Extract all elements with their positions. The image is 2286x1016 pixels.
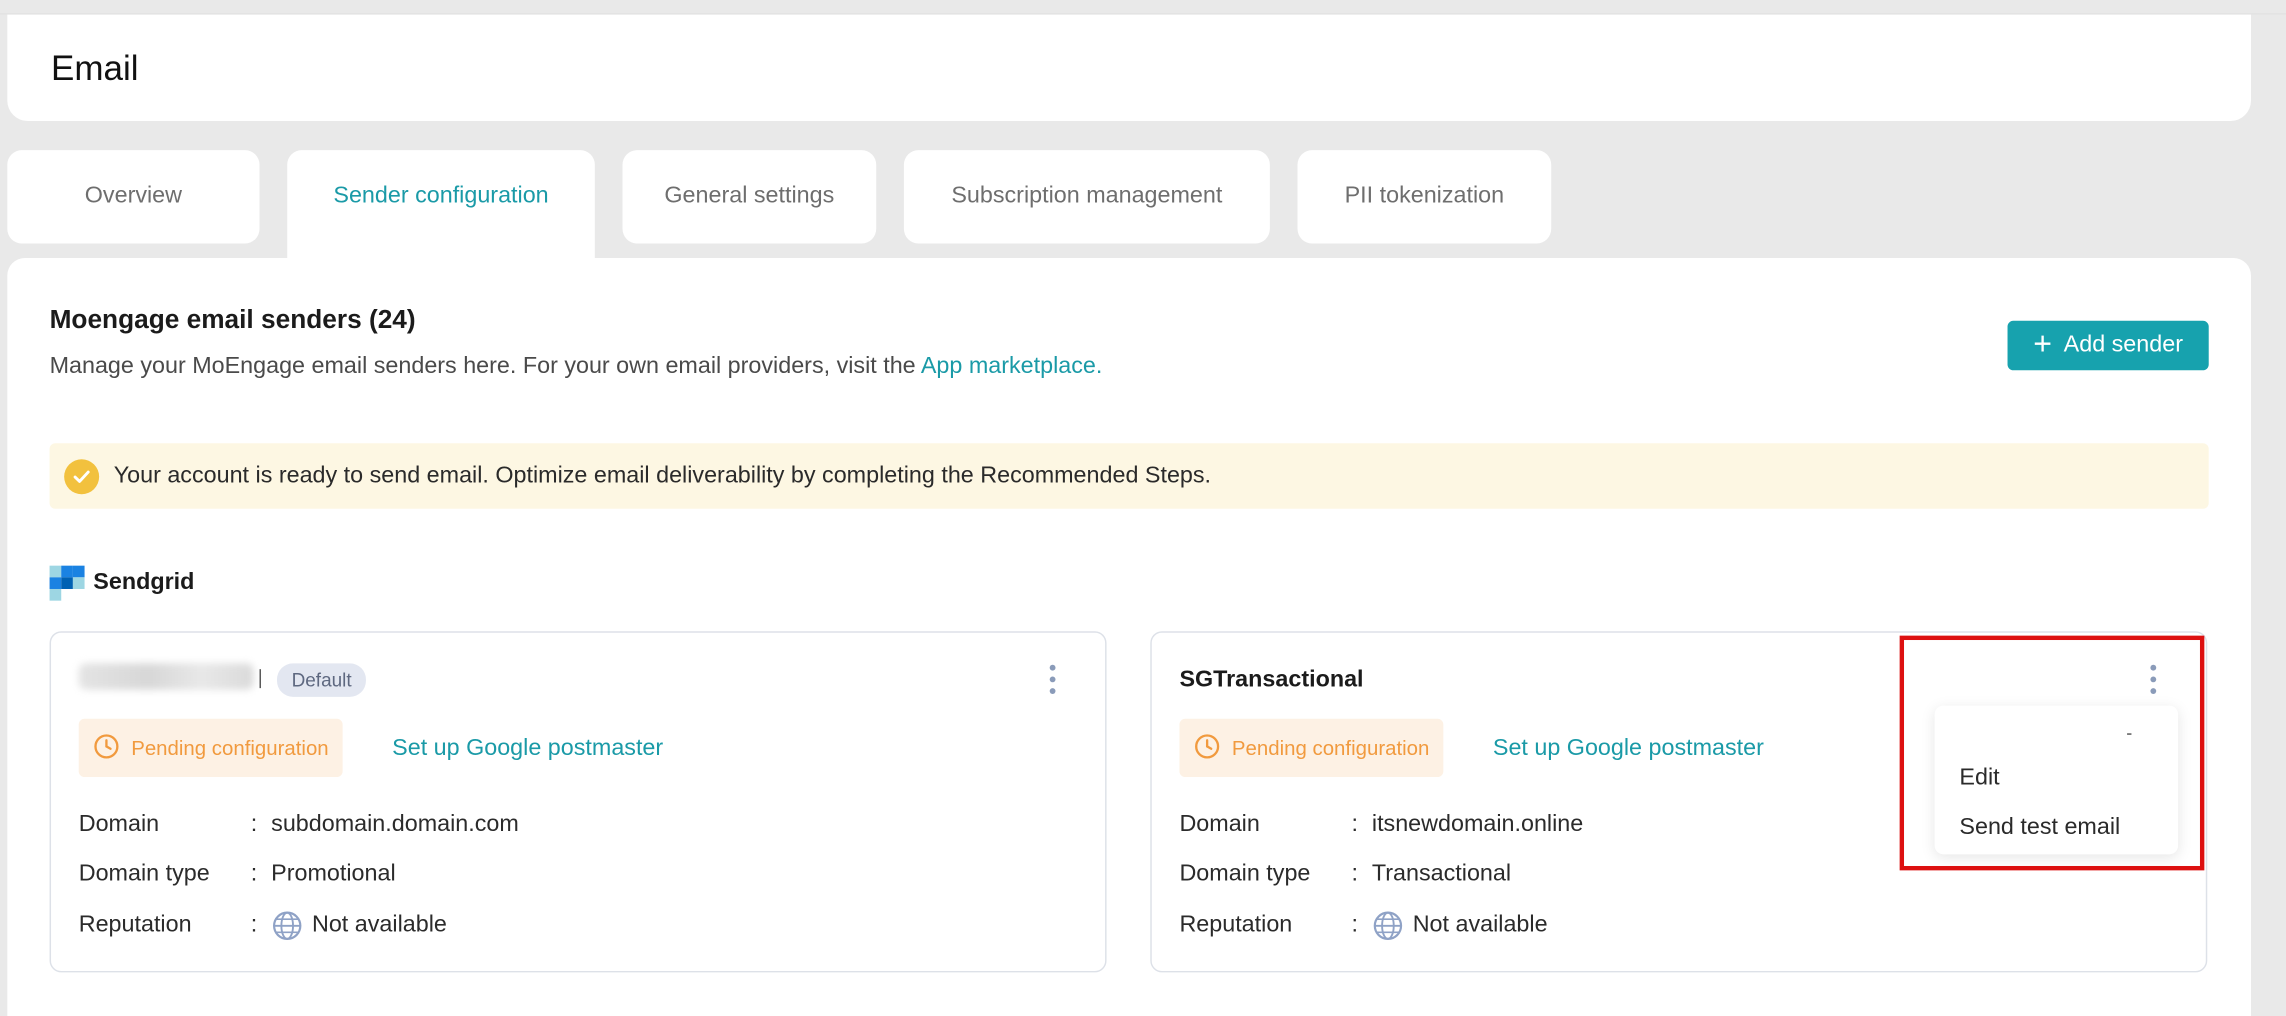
plus-icon: + [2033, 325, 2052, 362]
sendgrid-logo [49, 565, 85, 601]
status-badge: Pending configuration [78, 718, 344, 778]
section-title: Moengage email senders (24) [49, 304, 416, 334]
more-options-icon[interactable] [1045, 664, 1060, 694]
default-badge: Default [277, 663, 367, 697]
tab-pii-tokenization[interactable]: PII tokenization [1297, 150, 1552, 244]
row-value: Not available [311, 912, 447, 938]
description-text: Manage your MoEngage email senders here.… [49, 354, 921, 380]
status-text: Pending configuration [131, 736, 329, 760]
row-key: Domain type [1179, 861, 1311, 887]
row-key: Domain type [78, 861, 210, 887]
sender-name: SGTransactional [1179, 667, 1364, 693]
domain-row: Domain: subdomain.domain.com [78, 812, 519, 837]
tab-label: General settings [664, 183, 835, 209]
domain-type-row: Domain type: Promotional [78, 861, 396, 887]
google-postmaster-link[interactable]: Set up Google postmaster [1493, 736, 1764, 762]
ready-banner: Your account is ready to send email. Opt… [49, 443, 2209, 509]
more-options-icon[interactable] [2146, 664, 2161, 694]
row-value: subdomain.domain.com [271, 812, 519, 837]
reputation-row: Reputation: Not available [79, 910, 447, 942]
page-title: Email [51, 49, 139, 89]
domain-type-row: Domain type: Transactional [1179, 861, 1512, 887]
section-description: Manage your MoEngage email senders here.… [50, 354, 1103, 380]
add-sender-button[interactable]: + Add sender [2007, 320, 2209, 371]
tab-label: Subscription management [951, 183, 1223, 209]
page-header: Email [7, 14, 2251, 122]
reputation-row: Reputation: Not available [1179, 910, 1548, 942]
domain-row: Domain: itsnewdomain.online [1179, 812, 1584, 837]
globe-icon [271, 910, 303, 942]
tab-general-settings[interactable]: General settings [622, 150, 877, 244]
menu-divider [2127, 733, 2132, 735]
clock-icon [93, 733, 119, 764]
google-postmaster-link[interactable]: Set up Google postmaster [392, 736, 663, 762]
add-sender-label: Add sender [2063, 332, 2183, 358]
provider-name: Sendgrid [93, 570, 195, 595]
menu-item-edit[interactable]: Edit [1959, 765, 1999, 791]
globe-icon [1372, 910, 1404, 942]
row-value: Not available [1412, 912, 1548, 938]
name-separator [259, 669, 261, 689]
row-value: itsnewdomain.online [1371, 812, 1584, 837]
banner-text: Your account is ready to send email. Opt… [113, 462, 1212, 488]
row-key: Reputation [78, 912, 192, 938]
sender-name-redacted [78, 663, 254, 690]
tab-label: PII tokenization [1344, 183, 1505, 209]
tab-label: Overview [84, 183, 183, 209]
row-key: Reputation [1179, 912, 1293, 938]
check-circle-icon [64, 458, 100, 494]
tab-label: Sender configuration [333, 183, 549, 209]
status-badge: Pending configuration [1179, 718, 1444, 778]
provider-header: Sendgrid [49, 565, 195, 601]
app-canvas: Email Overview Sender configuration Gene… [0, 0, 2286, 1016]
row-key: Domain [1179, 812, 1260, 837]
status-text: Pending configuration [1231, 736, 1430, 760]
clock-icon [1194, 733, 1220, 764]
sender-options-menu: Edit Send test email [1934, 705, 2179, 855]
tab-overview[interactable]: Overview [7, 150, 260, 244]
tab-sender-configuration[interactable]: Sender configuration [287, 150, 595, 267]
menu-item-send-test-email[interactable]: Send test email [1959, 815, 2120, 841]
row-key: Domain [78, 812, 160, 837]
row-value: Promotional [271, 861, 396, 887]
row-value: Transactional [1371, 861, 1512, 887]
tab-subscription-management[interactable]: Subscription management [903, 150, 1270, 244]
sender-card: Default Pending configuration Set up Goo… [49, 631, 1107, 973]
app-marketplace-link[interactable]: App marketplace. [921, 354, 1103, 379]
